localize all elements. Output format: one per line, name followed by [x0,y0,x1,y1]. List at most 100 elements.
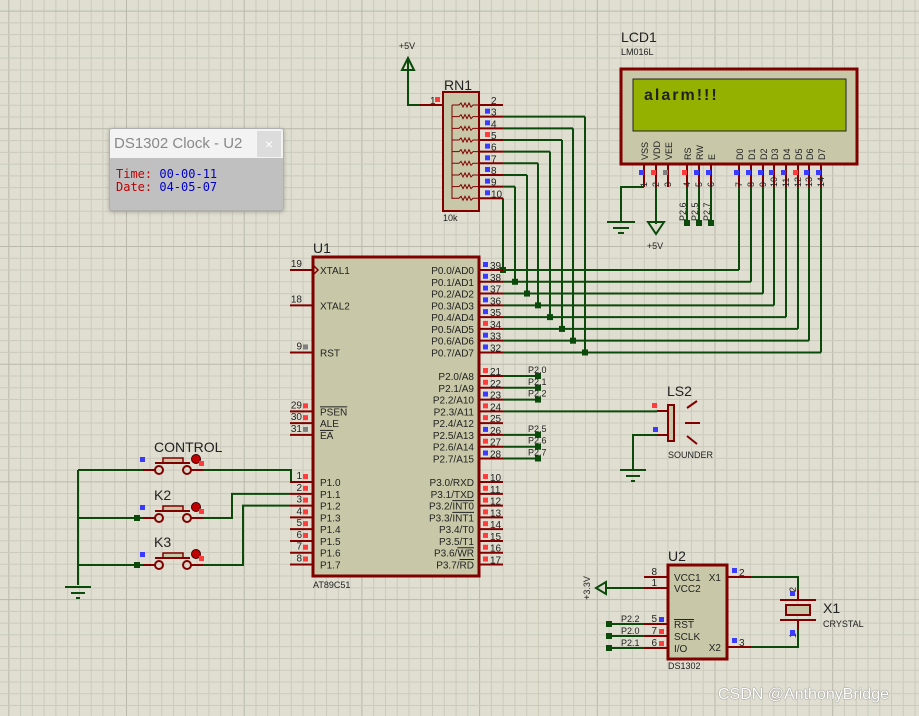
logic-state-high-icon [483,320,488,326]
net-label: P2.0 [528,365,547,375]
lcd-pin-name: D6 [805,148,815,160]
lcd-pin-number: 7 [734,182,744,187]
lcd-pin-name: VEE [664,142,674,160]
pin-name: P3.3/INT1 [429,513,474,524]
pin-name: P0.6/AD6 [431,337,474,348]
logic-state-high-icon [303,403,308,409]
power-label: +5V [647,241,663,251]
net-label: P2.0 [621,626,640,636]
lcd-ref: LCD1 [621,29,657,45]
net-label: P2.5 [528,424,547,434]
logic-state-low-icon [483,344,488,350]
pin-number: 14 [490,520,502,531]
wire [632,434,657,470]
ds1302-clock-popup[interactable]: DS1302 Clock - U2 × Time: 00-00-11 Date:… [109,128,284,211]
pin-number: 5 [491,131,497,142]
ls2-part: SOUNDER [668,450,714,460]
logic-state-high-icon [303,509,308,515]
button-contact [182,560,192,570]
lcd-pin-name: D1 [747,148,757,160]
pin-name: P0.7/AD7 [431,348,474,359]
pin-number: 1 [651,578,657,589]
ls2-ref: LS2 [667,383,692,399]
logic-state-low-icon [483,450,488,456]
pin-name: EA [320,431,334,442]
pin-name: P3.0/RXD [430,478,474,489]
logic-state-low-icon [769,170,774,175]
ls2-sounder[interactable]: LS2 SOUNDER [652,383,714,460]
logic-state-low-icon [694,170,699,175]
pin-name: P2.6/A14 [433,443,475,454]
pin-number: 7 [296,542,302,553]
pin-number: 21 [490,367,502,378]
pin-number: 38 [490,273,502,284]
wire [407,60,420,106]
pin-name: RST [674,620,694,631]
net-label: P2.5 [690,202,700,221]
x1-crystal[interactable]: 2 1 X1 CRYSTAL [780,587,864,638]
logic-state-low-icon [706,170,711,175]
pin-number: 27 [490,438,502,449]
net-label: P2.7 [528,447,547,457]
close-icon[interactable]: × [257,130,281,157]
logic-state-high-icon [793,170,798,175]
pin-number: 3 [739,638,745,649]
lcd-pin-name: VDD [652,140,662,160]
logic-state-low-icon [140,552,145,557]
popup-title: DS1302 Clock - U2 [114,135,243,152]
pin-name: VCC2 [674,584,701,595]
pin-name: P2.0/A8 [438,372,474,383]
pin-number: 31 [291,424,303,435]
sounder-body[interactable] [667,404,675,442]
pin-number: 7 [491,154,497,165]
pin-name: PSEN [320,407,347,418]
logic-state-high-icon [483,438,488,444]
logic-state-low-icon [734,170,739,175]
x1-ref: X1 [823,600,840,616]
pin-number: 29 [291,400,303,411]
logic-state-low-icon [804,170,809,175]
pin-number: 9 [491,178,497,189]
pin-number: 2 [491,96,497,107]
u1-at89c51[interactable]: U1AT89C5119XTAL118XTAL29RST29PSEN30ALE31… [290,240,503,590]
pin-number: 17 [490,556,502,567]
pin-name: P3.7/RD [436,561,474,572]
pin-name: P1.5 [320,537,341,548]
pin-name: P0.2/AD2 [431,290,474,301]
logic-state-high-icon [303,497,308,503]
crystal-body[interactable] [785,604,811,616]
schematic-canvas[interactable]: U1AT89C5119XTAL118XTAL29RST29PSEN30ALE31… [0,0,919,716]
pin-number: 5 [296,518,302,529]
lcd-pin-name: D5 [794,148,804,160]
logic-state-low-icon [485,190,490,196]
pin-name: P3.1/TXD [431,490,474,501]
pin-number: 6 [296,530,302,541]
lcd-pin-number: 8 [746,182,756,187]
power-label: +3.3V [582,576,592,600]
logic-state-high-icon [303,556,308,562]
junction-dot [134,515,140,521]
pin-name: P1.4 [320,525,341,536]
button-label: K3 [154,534,171,550]
pin-name: X1 [709,573,722,584]
logic-state-low-icon [483,309,488,315]
power-label: +5V [399,41,415,51]
pin-number: 4 [491,119,497,130]
logic-state-low-icon [732,638,737,643]
pin-number: 30 [291,412,303,423]
pin-name: ALE [320,419,339,430]
pin-name: SCLK [674,632,700,643]
u2-ds1302[interactable]: U2 DS1302 8 VCC1 1 VCC2 5 RST 7 SCLK 6 I/O 2 X1 3 X2 [644,548,751,671]
logic-state-high-icon [483,403,488,409]
lcd-pin-number: 6 [706,182,716,187]
net-label: P2.1 [621,638,640,648]
popup-title-bar[interactable]: DS1302 Clock - U2 × [110,129,283,158]
logic-state-high-icon [483,368,488,374]
pin-number: 6 [491,143,497,154]
pin-number: 7 [651,626,657,637]
button-control[interactable]: CONTROL [140,439,223,475]
lcd-display-text: alarm!!! [644,87,719,104]
watermark: CSDN @AnthonyBridge [718,686,889,703]
lcd-pin-name: D7 [817,148,827,160]
logic-state-low-icon [659,617,664,622]
